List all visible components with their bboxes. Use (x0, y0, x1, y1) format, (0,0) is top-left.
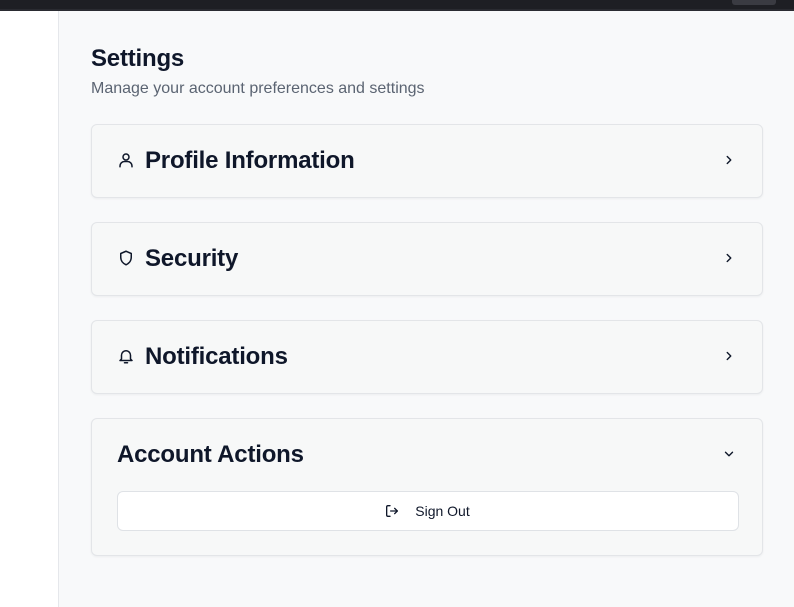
page-subtitle: Manage your account preferences and sett… (91, 80, 425, 97)
profile-information-card: Profile Information (91, 124, 763, 198)
browser-top-bar (0, 0, 794, 11)
account-actions-title: Account Actions (117, 441, 304, 468)
profile-information-title: Profile Information (145, 147, 355, 174)
log-out-icon (384, 503, 400, 519)
account-actions-header[interactable]: Account Actions (92, 419, 762, 491)
top-bar-handle (732, 0, 776, 5)
chevron-right-icon (722, 251, 736, 265)
chevron-right-icon (722, 153, 736, 167)
notifications-header[interactable]: Notifications (92, 321, 762, 393)
security-title: Security (145, 245, 239, 272)
page-title: Settings (91, 45, 185, 72)
sign-out-button[interactable]: Sign Out (117, 491, 739, 531)
shield-icon (117, 249, 135, 267)
user-icon (117, 151, 135, 169)
chevron-down-icon (722, 447, 736, 461)
notifications-title: Notifications (145, 343, 288, 370)
bell-icon (117, 347, 135, 365)
sidebar (0, 11, 59, 607)
sign-out-label: Sign Out (415, 503, 470, 519)
chevron-right-icon (722, 349, 736, 363)
settings-main: Settings Manage your account preferences… (59, 11, 794, 607)
security-header[interactable]: Security (92, 223, 762, 295)
profile-information-header[interactable]: Profile Information (92, 125, 762, 197)
security-card: Security (91, 222, 763, 296)
notifications-card: Notifications (91, 320, 763, 394)
account-actions-card: Account Actions Sign Out (91, 418, 763, 556)
